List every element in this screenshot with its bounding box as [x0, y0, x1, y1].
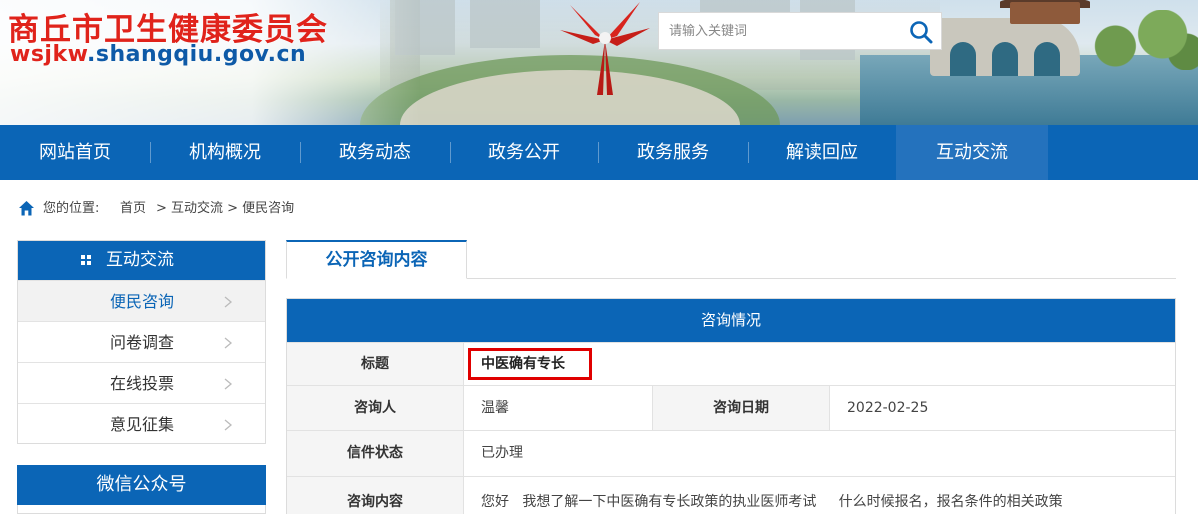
header-banner: 商丘市卫生健康委员会 wsjkw.shangqiu.gov.cn [0, 0, 1198, 125]
sidebar-item-label: 问卷调查 [110, 333, 175, 352]
sidebar-item-vote[interactable]: 在线投票 [18, 362, 265, 403]
chevron-right-icon [224, 296, 233, 308]
title-label: 标题 [287, 343, 463, 385]
grid-icon [81, 255, 91, 265]
sculpture-image [560, 2, 650, 95]
sidebar-header: 互动交流 [18, 241, 265, 280]
chevron-right-icon [224, 419, 233, 431]
wechat-panel [17, 505, 266, 514]
sidebar-item-label: 便民咨询 [110, 292, 175, 311]
sidebar-item-label: 在线投票 [110, 374, 175, 393]
nav-item-news[interactable]: 政务动态 [300, 125, 450, 180]
banner-bridge [930, 18, 1080, 76]
asker-value: 温馨 [481, 400, 509, 416]
table-row: 咨询内容 您好 我想了解一下中医确有专长政策的执业医师考试 什么时候报名，报名条… [287, 476, 1175, 514]
banner-tower [1010, 2, 1080, 24]
date-label: 咨询日期 [653, 386, 829, 430]
nav-item-gov-open[interactable]: 政务公开 [450, 125, 598, 180]
status-label: 信件状态 [287, 431, 463, 476]
asker-label: 咨询人 [287, 386, 463, 430]
search-box [658, 12, 942, 50]
sidebar-menu: 互动交流 便民咨询 问卷调查 在线投票 意见征集 [17, 240, 266, 444]
sidebar-item-survey[interactable]: 问卷调查 [18, 321, 265, 362]
date-value: 2022-02-25 [847, 400, 929, 416]
nav-item-interpretation[interactable]: 解读回应 [748, 125, 896, 180]
nav-item-home[interactable]: 网站首页 [0, 125, 150, 180]
content-value: 您好 我想了解一下中医确有专长政策的执业医师考试 什么时候报名，报名条件的相关政… [481, 494, 1063, 510]
search-icon[interactable] [909, 20, 933, 44]
search-input[interactable] [659, 13, 899, 49]
nav-item-services[interactable]: 政务服务 [598, 125, 748, 180]
breadcrumb-home-link[interactable]: 首页 [120, 199, 146, 219]
consult-table: 咨询情况 标题 中医确有专长 咨询人 温馨 咨询日期 2022-02-25 信件… [286, 298, 1176, 514]
sidebar-item-label: 意见征集 [110, 415, 175, 434]
home-icon [19, 201, 34, 216]
table-row: 标题 中医确有专长 [287, 342, 1175, 385]
sidebar-item-consult[interactable]: 便民咨询 [18, 280, 265, 321]
table-title: 咨询情况 [287, 299, 1175, 342]
wechat-header: 微信公众号 [17, 465, 266, 505]
title-highlight-box [468, 348, 592, 380]
sidebar-item-opinion[interactable]: 意见征集 [18, 403, 265, 444]
banner-trees [1080, 10, 1198, 70]
main-nav: 网站首页 机构概况 政务动态 政务公开 政务服务 解读回应 互动交流 [0, 125, 1198, 180]
table-row: 咨询人 温馨 咨询日期 2022-02-25 [287, 385, 1175, 430]
nav-item-about[interactable]: 机构概况 [150, 125, 300, 180]
content-label: 咨询内容 [287, 477, 463, 514]
chevron-right-icon [224, 378, 233, 390]
site-url-prefix: wsjkw [10, 42, 88, 67]
sidebar-title: 互动交流 [106, 250, 174, 270]
site-url: wsjkw.shangqiu.gov.cn [10, 42, 306, 67]
breadcrumb-prefix: 您的位置: [43, 201, 100, 216]
nav-item-interaction[interactable]: 互动交流 [896, 125, 1048, 180]
content-tabbar: 公开咨询内容 [286, 240, 1176, 279]
breadcrumb-path: > 互动交流 > 便民咨询 [156, 201, 295, 216]
status-value: 已办理 [481, 445, 523, 461]
banner-building [470, 0, 540, 48]
tab-public-consult[interactable]: 公开咨询内容 [286, 240, 467, 279]
chevron-right-icon [224, 337, 233, 349]
site-url-domain: .shangqiu.gov.cn [87, 42, 307, 67]
table-row: 信件状态 已办理 [287, 430, 1175, 476]
